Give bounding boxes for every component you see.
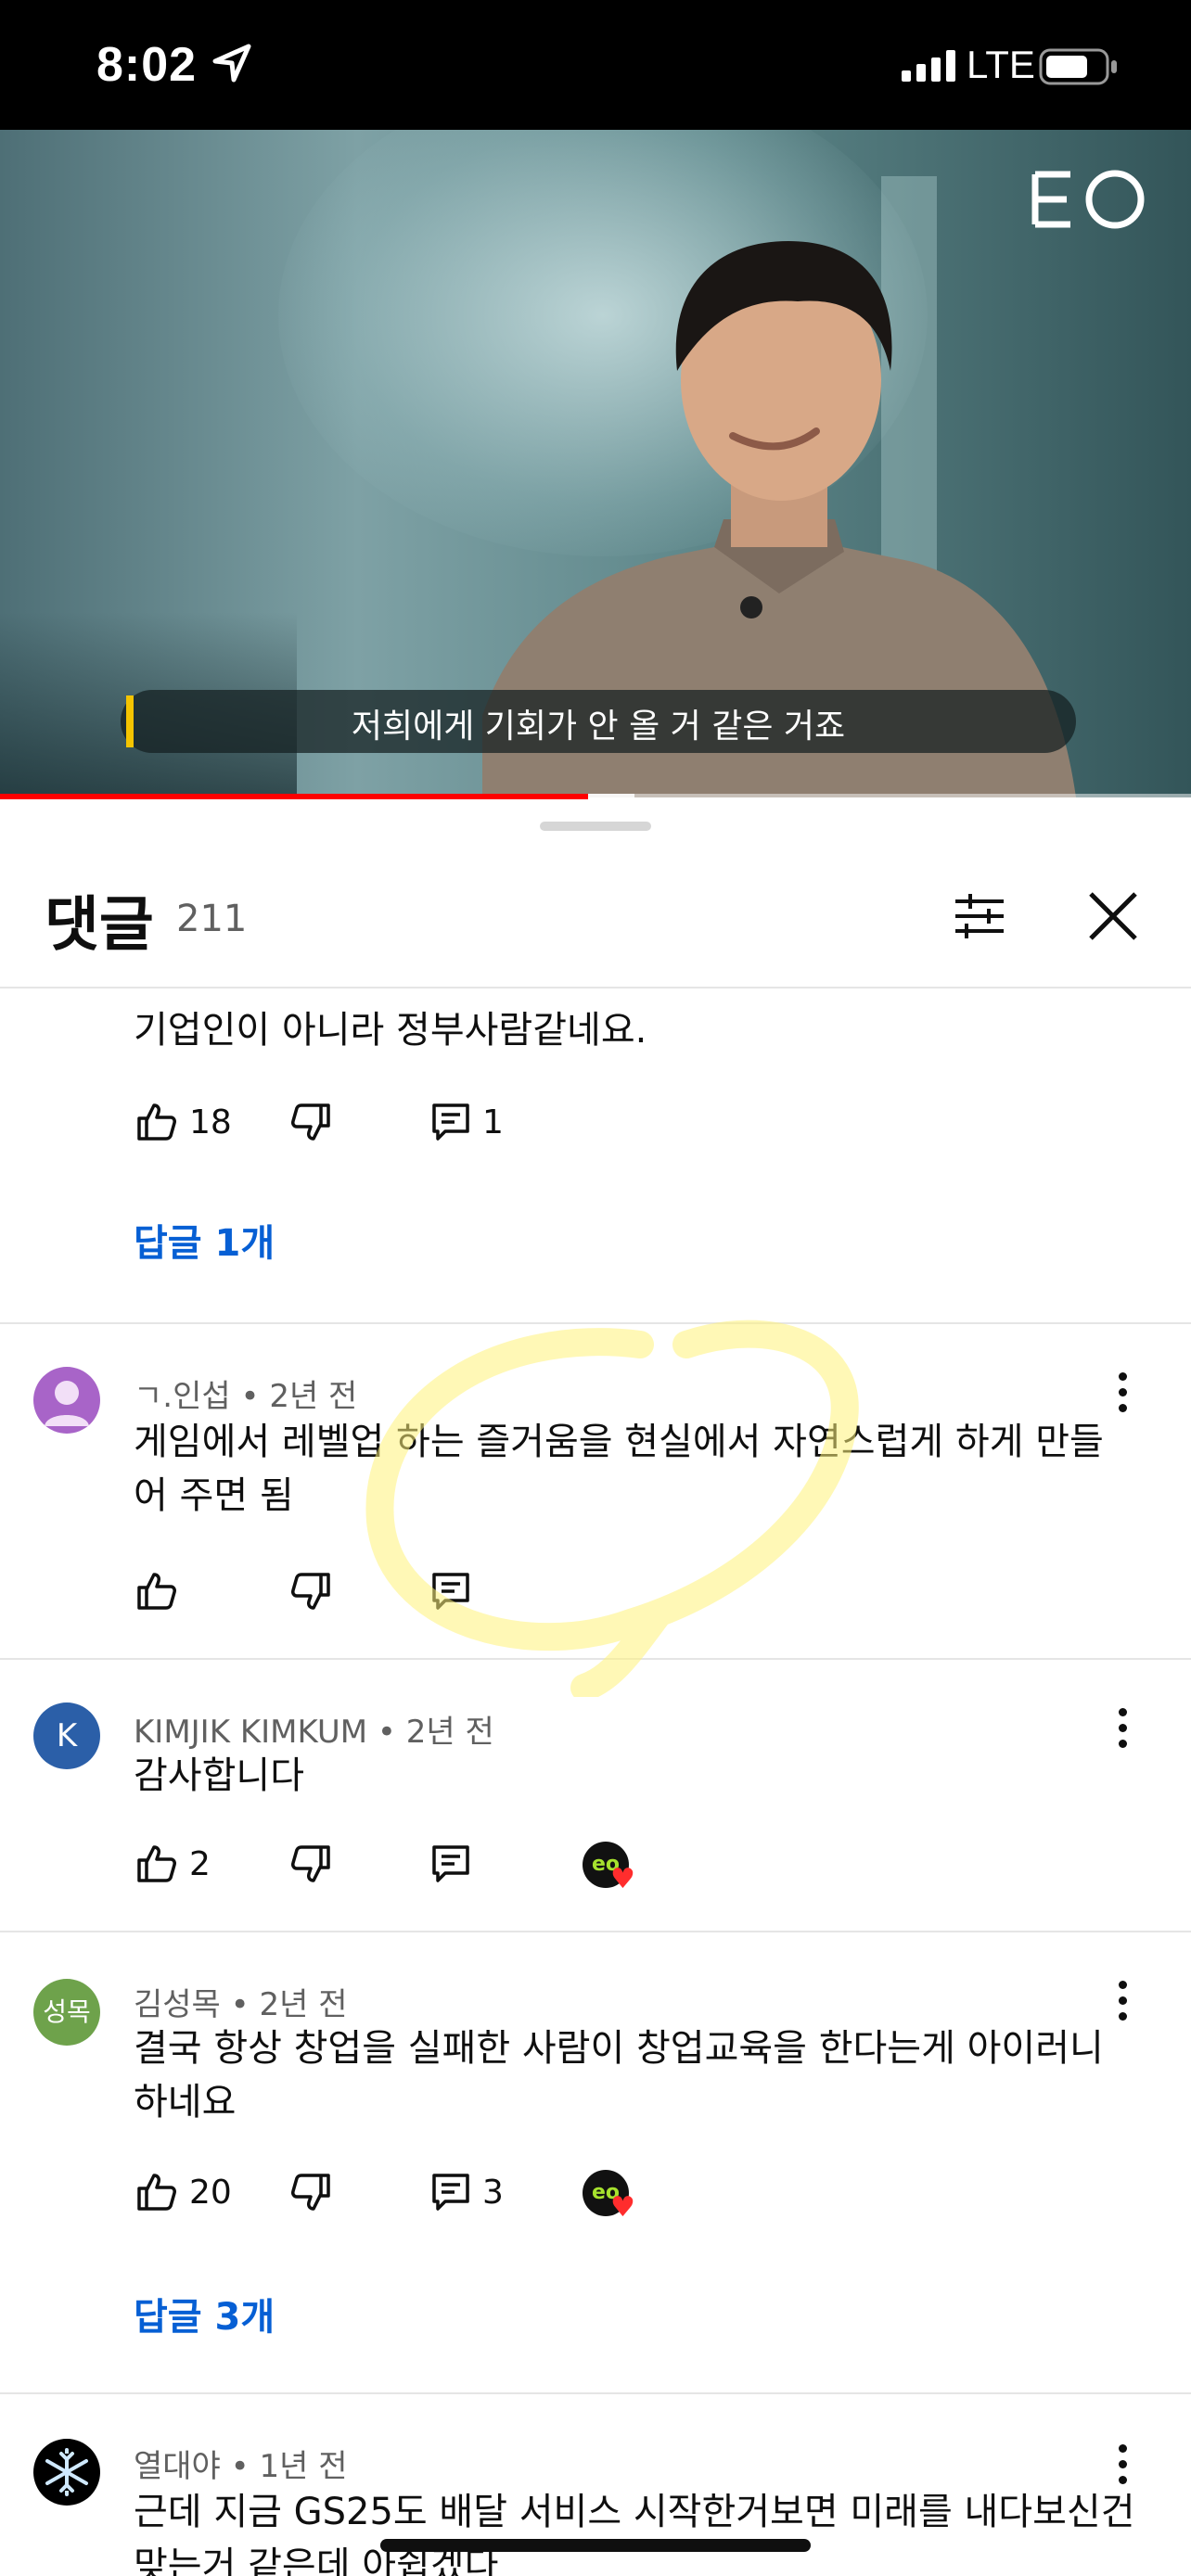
- sliders-icon[interactable]: [946, 883, 1013, 950]
- author-name[interactable]: 열대야: [134, 2448, 221, 2485]
- author-name[interactable]: ㄱ.인섭: [134, 1378, 231, 1415]
- close-icon[interactable]: [1080, 883, 1146, 950]
- thumbs-down-icon[interactable]: [289, 2170, 334, 2214]
- comment-text: 근데 지금 GS25도 배달 서비스 시작한거보면 미래를 내다보신건 맞는거 …: [134, 2491, 1135, 2576]
- author-name[interactable]: 김성목: [134, 1986, 221, 2023]
- author-name[interactable]: KIMJIK KIMKUM: [134, 1714, 367, 1751]
- thumbs-down-icon[interactable]: [289, 1100, 334, 1144]
- drag-handle[interactable]: [540, 822, 651, 831]
- comment-text: 기업인이 아니라 정부사람같네요.: [134, 1009, 647, 1052]
- comment-time: 2년 전: [405, 1714, 494, 1751]
- thumbs-down-icon[interactable]: [289, 1569, 334, 1613]
- comment-meta: 열대야 • 1년 전: [134, 2448, 348, 2485]
- comment-text: 결국 항상 창업을 실패한 사람이 창업교육을 한다는게 아이러니 하네요: [134, 2027, 1104, 2123]
- comment-meta: KIMJIK KIMKUM • 2년 전: [134, 1714, 494, 1751]
- divider: [0, 1931, 1191, 1932]
- comment-meta: 김성목 • 2년 전: [134, 1986, 348, 2023]
- reply-count: 3: [482, 2174, 504, 2212]
- avatar[interactable]: 성목: [33, 1979, 100, 2046]
- divider: [0, 1322, 1191, 1324]
- home-indicator[interactable]: [380, 2539, 811, 2552]
- avatar[interactable]: [33, 2439, 100, 2506]
- location-arrow-icon: [212, 44, 251, 83]
- clock: 8:02: [96, 38, 198, 92]
- reply-icon[interactable]: [429, 1569, 473, 1613]
- avatar[interactable]: [33, 1367, 100, 1434]
- status-bar: 8:02 LTE: [0, 0, 1191, 130]
- thumbs-up-icon[interactable]: [134, 2170, 178, 2214]
- subtitle-text: 저희에게 기회가 안 올 거 같은 거죠: [351, 708, 846, 746]
- comment-text: 감사합니다: [134, 1754, 304, 1797]
- comment-text: 게임에서 레벨업 하는 즐거움을 현실에서 자연스럽게 하게 만들어 주면 됨: [134, 1421, 1104, 1517]
- divider: [0, 1658, 1191, 1660]
- network-type: LTE: [967, 43, 1035, 86]
- view-replies-link[interactable]: 답글 1개: [134, 1213, 275, 1267]
- creator-heart-icon: eo ♥: [583, 1842, 644, 1897]
- cellular-signal-icon: [902, 50, 955, 82]
- comment-time: 1년 전: [259, 2448, 348, 2485]
- battery-icon: [1039, 48, 1117, 85]
- avatar[interactable]: K: [33, 1702, 100, 1769]
- comment-meta: ㄱ.인섭 • 2년 전: [134, 1378, 358, 1415]
- like-count: 2: [189, 1845, 211, 1883]
- channel-logo: [1031, 170, 1145, 229]
- reply-icon[interactable]: [429, 1100, 473, 1144]
- more-options-icon[interactable]: [1104, 1367, 1141, 1422]
- like-count: 18: [189, 1103, 232, 1141]
- reply-count: 1: [482, 1103, 504, 1141]
- divider: [0, 987, 1191, 988]
- thumbs-up-icon[interactable]: [134, 1569, 178, 1613]
- default-person-icon: [45, 1381, 89, 1426]
- view-replies-link[interactable]: 답글 3개: [134, 2287, 275, 2340]
- comment-time: 2년 전: [269, 1378, 358, 1415]
- thumbs-up-icon[interactable]: [134, 1842, 178, 1886]
- thumbs-down-icon[interactable]: [289, 1842, 334, 1886]
- comments-count: 211: [176, 898, 248, 940]
- video-player[interactable]: 저희에게 기회가 안 올 거 같은 거죠: [0, 130, 1191, 797]
- creator-heart-icon: eo ♥: [583, 2170, 644, 2225]
- divider: [0, 2392, 1191, 2394]
- reply-icon[interactable]: [429, 1842, 473, 1886]
- subtitle-bar: 저희에게 기회가 안 올 거 같은 거죠: [121, 690, 1076, 753]
- like-count: 20: [189, 2174, 232, 2212]
- thumbs-up-icon[interactable]: [134, 1100, 178, 1144]
- comment-time: 2년 전: [259, 1986, 348, 2023]
- reply-icon[interactable]: [429, 2170, 473, 2214]
- comments-title: 댓글: [45, 891, 154, 960]
- snowflake-icon: [45, 2448, 88, 2496]
